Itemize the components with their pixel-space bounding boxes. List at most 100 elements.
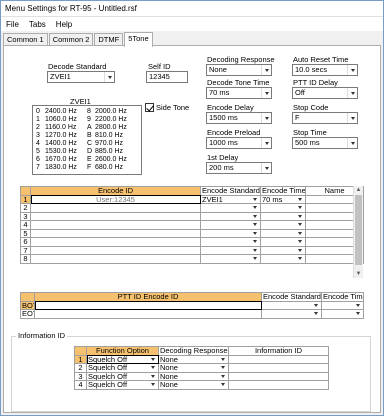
row-number: 4 [74,380,87,390]
encode-time-cell[interactable] [260,220,306,230]
information-id-cell[interactable] [228,354,329,364]
chevron-down-icon[interactable] [354,310,362,317]
encode-time-cell[interactable] [260,211,306,221]
chevron-down-icon[interactable] [312,302,320,309]
menu-help[interactable]: Help [51,20,77,29]
chevron-down-icon[interactable] [296,196,304,203]
decoding-response-cell[interactable]: None [158,371,229,381]
encode-id-cell[interactable] [30,254,201,264]
scroll-down-icon[interactable]: ▼ [354,270,363,278]
encode-standard-cell[interactable] [200,254,261,264]
decoding-response-cell[interactable]: None [158,363,229,373]
encode-time-cell[interactable] [260,203,306,213]
encode-standard-cell[interactable] [200,211,261,221]
menu-file[interactable]: File [1,20,24,29]
chevron-down-icon[interactable] [354,302,362,309]
stop-code-select[interactable]: F [292,112,358,124]
chevron-down-icon[interactable] [251,213,259,220]
function-option-cell[interactable]: Squelch Off [86,371,159,381]
encode-time-cell[interactable] [260,237,306,247]
chevron-down-icon[interactable] [251,247,259,254]
chevron-down-icon[interactable] [296,247,304,254]
chevron-down-icon[interactable] [219,364,227,371]
ptt-encode-time-cell[interactable] [321,309,364,319]
chevron-down-icon[interactable] [296,238,304,245]
encode-id-cell[interactable] [30,211,201,221]
decoding-response-select[interactable]: None [206,64,272,76]
chevron-down-icon[interactable] [219,381,227,388]
chevron-down-icon[interactable] [149,356,157,363]
chevron-down-icon[interactable] [296,230,304,237]
encode-id-cell[interactable] [30,203,201,213]
encode-standard-cell[interactable] [200,203,261,213]
self-id-input[interactable]: 12345 [146,71,188,83]
chevron-down-icon[interactable] [149,364,157,371]
ptt-encode-id-cell[interactable] [34,309,262,319]
chevron-down-icon[interactable] [149,373,157,380]
ptt-encode-time-cell[interactable] [321,300,364,310]
information-id-cell[interactable] [228,363,329,373]
function-option-cell[interactable]: Squelch Off [86,363,159,373]
stop-time-select[interactable]: 500 ms [292,137,358,149]
chevron-down-icon[interactable] [251,221,259,228]
encode-time-cell[interactable] [260,254,306,264]
col-information-id: Information ID [228,346,329,356]
chevron-down-icon[interactable] [251,255,259,262]
encode-id-cell[interactable] [30,220,201,230]
encode-table-scrollbar[interactable]: ▲ ▼ [353,186,363,278]
chevron-down-icon[interactable] [296,255,304,262]
chevron-down-icon[interactable] [251,230,259,237]
encode-preload-select[interactable]: 1000 ms [206,137,272,149]
decode-standard-select[interactable]: ZVEI1 [47,71,115,83]
chevron-down-icon[interactable] [219,373,227,380]
encode-standard-cell[interactable] [200,237,261,247]
tab-5tone[interactable]: 5Tone [124,32,153,47]
encode-standard-cell[interactable] [200,228,261,238]
col-encode-standard: Encode Standard [200,186,261,196]
ptt-id-delay-value: Off [295,88,305,97]
decoding-response-cell[interactable]: None [158,380,229,390]
encode-time-cell[interactable] [260,228,306,238]
chevron-down-icon[interactable] [296,213,304,220]
chevron-down-icon[interactable] [251,196,259,203]
first-delay-select[interactable]: 200 ms [206,162,272,174]
decode-tone-time-select[interactable]: 70 ms [206,87,272,99]
decoding-response-value: None [160,363,178,372]
encode-time-cell[interactable]: 70 ms [260,194,306,204]
chevron-down-icon[interactable] [149,381,157,388]
auto-reset-time-select[interactable]: 10.0 secs [292,64,358,76]
tone-digit: 4 [36,140,40,147]
encode-standard-cell[interactable] [200,245,261,255]
chevron-down-icon[interactable] [312,310,320,317]
chevron-down-icon[interactable] [296,221,304,228]
chevron-down-icon [261,163,271,173]
information-id-cell[interactable] [228,380,329,390]
scroll-up-icon[interactable]: ▲ [354,186,363,194]
encode-id-cell[interactable] [30,245,201,255]
encode-id-cell[interactable] [30,228,201,238]
encode-delay-label: Encode Delay [207,103,254,112]
decoding-response-cell[interactable]: None [158,354,229,364]
encode-standard-cell[interactable] [200,220,261,230]
ptt-encode-id-cell[interactable] [34,300,262,310]
function-option-cell[interactable]: Squelch Off [86,380,159,390]
function-option-cell[interactable]: Squelch Off [86,354,159,364]
encode-time-cell[interactable] [260,245,306,255]
encode-id-cell[interactable] [30,237,201,247]
chevron-down-icon[interactable] [251,204,259,211]
ptt-encode-standard-cell[interactable] [261,309,322,319]
side-tone-checkbox[interactable]: Side Tone [145,103,189,112]
menu-tabs[interactable]: Tabs [24,20,51,29]
col-ptt-encode-time: Encode Time [321,292,364,302]
ptt-encode-standard-cell[interactable] [261,300,322,310]
chevron-down-icon[interactable] [219,356,227,363]
scroll-thumb[interactable] [355,195,362,265]
encode-standard-cell[interactable]: ZVEI1 [200,194,261,204]
encode-delay-select[interactable]: 1500 ms [206,112,272,124]
chevron-down-icon[interactable] [296,204,304,211]
ptt-id-delay-select[interactable]: Off [292,87,358,99]
encode-delay-value: 1500 ms [209,113,238,122]
encode-id-cell[interactable]: User:12345 [30,194,201,204]
information-id-cell[interactable] [228,371,329,381]
chevron-down-icon[interactable] [251,238,259,245]
